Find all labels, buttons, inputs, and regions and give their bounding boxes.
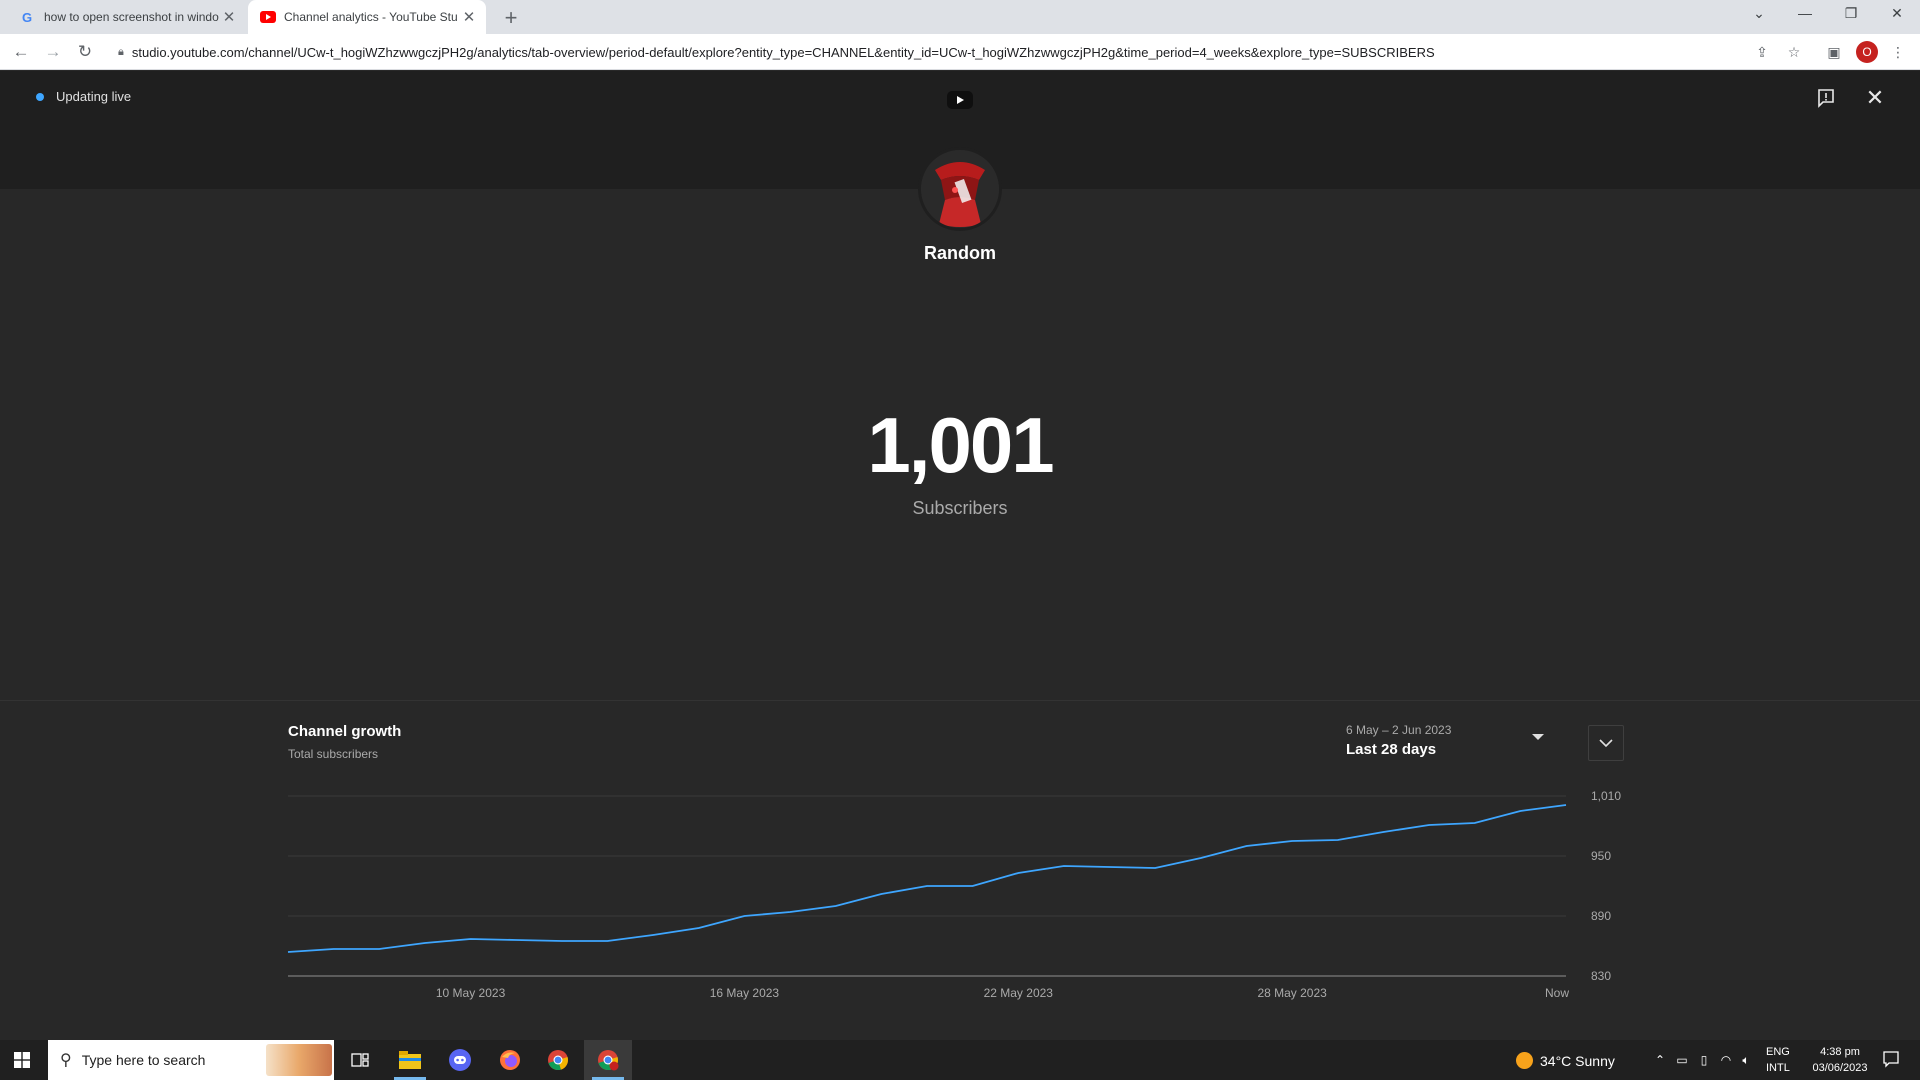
share-icon[interactable]: ⇪ xyxy=(1752,42,1772,62)
window-close-icon[interactable]: ✕ xyxy=(1882,5,1912,22)
reload-icon[interactable]: ↻ xyxy=(74,41,96,63)
y-tick-label: 1,010 xyxy=(1591,789,1621,803)
search-icon: ⚲ xyxy=(60,1052,72,1069)
notification-icon[interactable] xyxy=(1882,1050,1902,1070)
tab-title: how to open screenshot in windo xyxy=(44,10,219,24)
url-text: studio.youtube.com/channel/UCw-t_hogiWZh… xyxy=(131,44,1435,60)
tab-search-icon[interactable]: ⌄ xyxy=(1744,5,1774,22)
windows-taskbar: ⚲ Type here to search 34°C Sunny ⌃ ▭ ▯ ◠… xyxy=(0,1040,1920,1080)
back-icon[interactable]: ← xyxy=(10,41,32,63)
address-bar[interactable]: 🔒︎ studio.youtube.com/channel/UCw-t_hogi… xyxy=(110,38,1780,66)
weather-text[interactable]: 34°C Sunny xyxy=(1540,1053,1615,1069)
tab-channel-analytics[interactable]: Channel analytics - YouTube Stu ✕ xyxy=(248,0,486,34)
taskbar-search-box[interactable]: ⚲ Type here to search xyxy=(48,1040,334,1080)
growth-title: Channel growth xyxy=(288,723,402,740)
task-view-icon[interactable] xyxy=(336,1040,384,1080)
forward-icon[interactable]: → xyxy=(42,41,64,63)
growth-subtitle: Total subscribers xyxy=(288,747,379,761)
y-tick-label: 830 xyxy=(1591,969,1611,983)
y-tick-label: 950 xyxy=(1591,849,1611,863)
live-status: Updating live xyxy=(36,89,131,104)
period-range: 6 May – 2 Jun 2023 xyxy=(1346,723,1452,737)
x-tick-label: Now xyxy=(1545,986,1569,1000)
svg-text:G: G xyxy=(22,10,32,24)
google-icon: G xyxy=(20,9,36,25)
minimize-icon[interactable]: — xyxy=(1790,5,1820,21)
x-tick-label: 10 May 2023 xyxy=(436,986,506,1000)
profile-avatar[interactable]: O xyxy=(1856,41,1878,63)
subscriber-label: Subscribers xyxy=(912,498,1008,518)
collapse-chart-button[interactable] xyxy=(1588,725,1624,761)
subscriber-line xyxy=(287,804,1567,953)
clock-date[interactable]: 03/06/2023 xyxy=(1800,1062,1880,1074)
volume-icon[interactable]: 🔈︎ xyxy=(1738,1052,1754,1068)
tab-close-icon[interactable]: ✕ xyxy=(460,8,478,26)
side-panel-icon[interactable]: ▣ xyxy=(1824,42,1844,62)
lock-icon[interactable]: 🔒︎ xyxy=(118,46,124,59)
x-tick-label: 28 May 2023 xyxy=(1257,986,1327,1000)
search-highlight-image xyxy=(266,1044,332,1076)
firefox-icon[interactable] xyxy=(486,1040,534,1080)
menu-kebab-icon[interactable]: ⋮ xyxy=(1888,42,1908,62)
tab-close-icon[interactable]: ✕ xyxy=(220,8,238,26)
device-icon[interactable]: ▯ xyxy=(1696,1052,1712,1068)
show-hidden-icons-icon[interactable]: ⌃ xyxy=(1652,1052,1668,1068)
subscriber-count: 1,001 xyxy=(867,401,1054,489)
windows-start-icon[interactable] xyxy=(14,1052,30,1068)
system-tray: 34°C Sunny ⌃ ▭ ▯ ◠ 🔈︎ ENG INTL 4:38 pm 0… xyxy=(1510,1040,1920,1080)
chrome-profile-icon[interactable] xyxy=(584,1040,632,1080)
search-placeholder: Type here to search xyxy=(81,1052,206,1068)
browser-toolbar: ← → ↻ 🔒︎ studio.youtube.com/channel/UCw-… xyxy=(0,34,1920,70)
live-dot-icon xyxy=(36,92,44,101)
channel-avatar xyxy=(918,147,1002,231)
y-tick-label: 890 xyxy=(1591,909,1611,923)
feedback-icon[interactable] xyxy=(1816,88,1838,110)
keyboard-layout[interactable]: INTL xyxy=(1766,1062,1790,1074)
channel-name: Random xyxy=(924,243,996,263)
x-tick-label: 22 May 2023 xyxy=(984,986,1054,1000)
chevron-down-icon xyxy=(1599,738,1613,747)
clock-time[interactable]: 4:38 pm xyxy=(1810,1046,1870,1058)
close-icon[interactable]: ✕ xyxy=(1864,85,1886,111)
period-dropdown-icon[interactable] xyxy=(1532,734,1544,740)
x-tick-label: 16 May 2023 xyxy=(710,986,780,1000)
tab-title: Channel analytics - YouTube Stu xyxy=(284,10,458,24)
restore-icon[interactable]: ❐ xyxy=(1836,5,1866,22)
weather-sun-icon[interactable] xyxy=(1516,1052,1533,1069)
battery-icon[interactable]: ▭ xyxy=(1674,1052,1690,1068)
network-icon[interactable]: ◠ xyxy=(1718,1052,1734,1068)
file-explorer-icon[interactable] xyxy=(386,1040,434,1080)
discord-icon[interactable] xyxy=(436,1040,484,1080)
chrome-icon[interactable] xyxy=(534,1040,582,1080)
bookmark-star-icon[interactable]: ☆ xyxy=(1784,42,1804,62)
browser-tab-bar: G how to open screenshot in windo ✕ Chan… xyxy=(0,0,1920,34)
language-indicator[interactable]: ENG xyxy=(1766,1046,1790,1058)
youtube-logo-icon xyxy=(947,91,973,109)
youtube-icon xyxy=(260,9,276,25)
channel-growth-card: 830 890 950 1,010 10 May 2023 16 May 2023 22 M… xyxy=(0,700,1920,1040)
period-selector[interactable]: Last 28 days xyxy=(1346,741,1436,758)
live-status-text: Updating live xyxy=(56,89,132,104)
tab-google-search[interactable]: G how to open screenshot in windo ✕ xyxy=(0,0,246,34)
new-tab-button[interactable]: + xyxy=(500,5,522,31)
